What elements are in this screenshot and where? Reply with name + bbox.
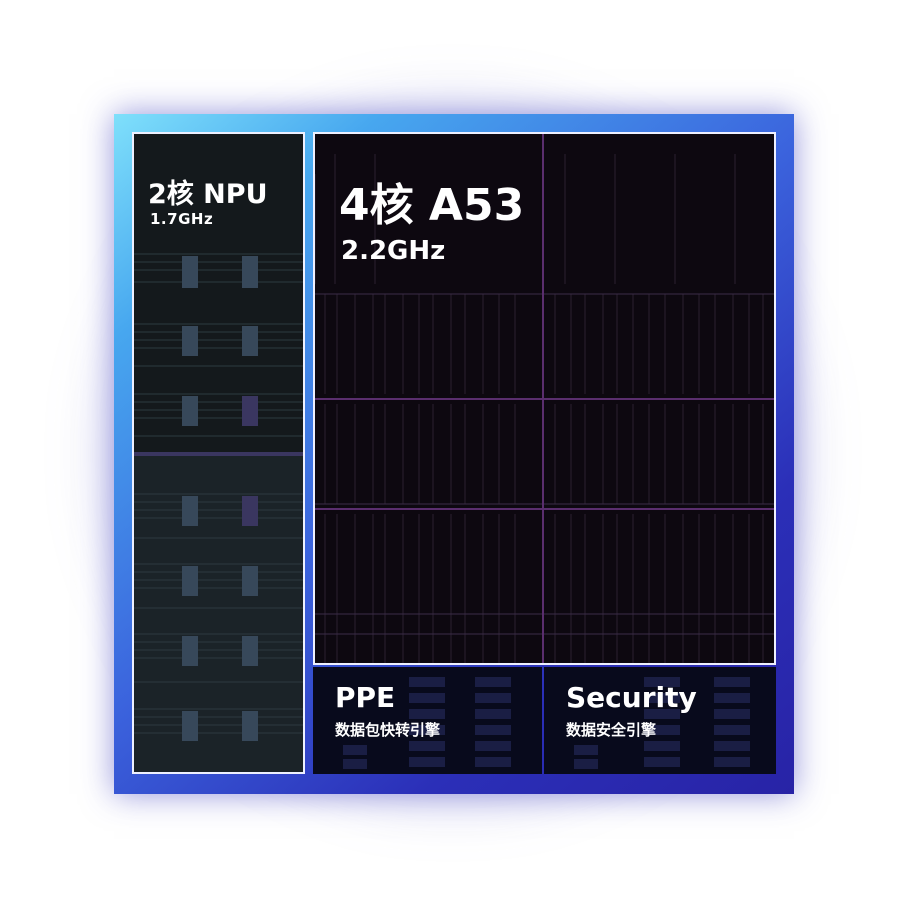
cpu-title: 4核 A53 xyxy=(339,180,525,231)
npu-title: 2核 NPU xyxy=(148,179,268,210)
ppe-block: PPE 数据包快转引擎 xyxy=(313,667,542,774)
npu-circuit-pattern xyxy=(134,253,303,741)
cpu-block: 4核 A53 2.2GHz xyxy=(313,132,776,665)
chip-die: 2核 NPU 1.7GHz 4核 A53 2.2GHz PPE 数据包快转引擎 … xyxy=(114,114,794,794)
security-title: Security xyxy=(566,681,697,714)
ppe-subtitle: 数据包快转引擎 xyxy=(335,721,441,739)
security-block: Security 数据安全引擎 xyxy=(544,667,776,774)
cpu-frequency: 2.2GHz xyxy=(341,236,446,266)
ppe-title: PPE xyxy=(335,681,396,714)
npu-frequency: 1.7GHz xyxy=(150,210,214,228)
npu-block: 2核 NPU 1.7GHz xyxy=(132,132,305,774)
security-subtitle: 数据安全引擎 xyxy=(566,721,657,739)
